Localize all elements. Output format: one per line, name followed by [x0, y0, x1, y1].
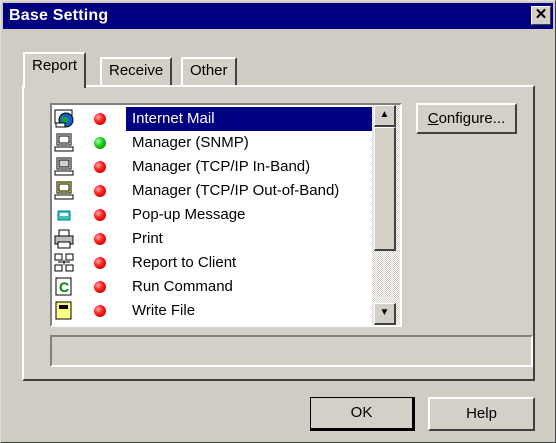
configure-button-label: onfigure...: [438, 110, 506, 127]
title-bar[interactable]: Base Setting ✕: [3, 3, 553, 29]
list-item-label: Write File: [132, 302, 196, 319]
command-icon: C: [55, 277, 72, 296]
scroll-down-button[interactable]: ▼: [374, 303, 396, 325]
list-item[interactable]: Write File: [54, 299, 374, 323]
close-icon: ✕: [534, 6, 548, 23]
list-item-label: Manager (TCP/IP In-Band): [132, 158, 311, 175]
list-item[interactable]: Manager (TCP/IP In-Band): [54, 155, 374, 179]
tab-other-label: Other: [190, 62, 228, 79]
base-setting-dialog: Base Setting ✕ Report Receive Other Inte…: [0, 0, 556, 443]
list-item-label: Report to Client: [132, 254, 237, 271]
help-button[interactable]: Help: [428, 397, 535, 431]
tab-receive-label: Receive: [109, 62, 164, 79]
tab-report[interactable]: Report: [23, 52, 87, 88]
status-dot-green: [94, 137, 106, 149]
computer-icon: [54, 157, 74, 176]
network-icon: [54, 253, 74, 272]
scrollbar-thumb[interactable]: [374, 127, 396, 251]
ok-button-label: OK: [350, 404, 373, 421]
computer-icon: [54, 181, 74, 200]
close-button[interactable]: ✕: [531, 6, 551, 25]
ok-button[interactable]: OK: [310, 397, 415, 431]
window-title: Base Setting: [9, 7, 109, 24]
status-dot-red: [94, 257, 106, 269]
list-item[interactable]: Print: [54, 227, 374, 251]
status-dot-red: [94, 233, 106, 245]
status-dot-red: [94, 209, 106, 221]
arrow-up-icon: ▲: [379, 109, 390, 120]
message-icon: [57, 210, 71, 221]
help-button-label: Help: [466, 405, 497, 422]
list-item[interactable]: Pop-up Message: [54, 203, 374, 227]
arrow-down-icon: ▼: [379, 307, 390, 318]
list-item-label: Print: [132, 230, 163, 247]
list-item-label: Manager (TCP/IP Out-of-Band): [132, 182, 340, 199]
status-dot-red: [94, 281, 106, 293]
configure-button[interactable]: Configure...: [416, 103, 517, 134]
printer-icon: [54, 229, 74, 249]
status-dot-red: [94, 305, 106, 317]
list-item[interactable]: Manager (TCP/IP Out-of-Band): [54, 179, 374, 203]
internet-mail-icon: [54, 109, 74, 128]
scroll-up-button[interactable]: ▲: [374, 105, 396, 127]
list-item-label: Pop-up Message: [132, 206, 246, 223]
configure-mnemonic: C: [427, 110, 439, 127]
vertical-scrollbar[interactable]: ▲ ▼: [372, 105, 400, 325]
report-method-list[interactable]: Internet Mail Manager (SNMP) Manager (TC…: [50, 103, 402, 327]
list-item-label: Manager (SNMP): [132, 134, 249, 151]
report-tab-panel: Internet Mail Manager (SNMP) Manager (TC…: [22, 85, 535, 381]
status-dot-red: [94, 185, 106, 197]
list-item[interactable]: Manager (SNMP): [54, 131, 374, 155]
status-field: [50, 335, 533, 367]
file-icon: [55, 301, 72, 320]
list-item[interactable]: Internet Mail: [54, 107, 374, 131]
computer-icon: [54, 133, 74, 152]
list-item-label: Internet Mail: [132, 110, 215, 127]
tab-report-label: Report: [32, 57, 78, 74]
list-item[interactable]: Report to Client: [54, 251, 374, 275]
list-item[interactable]: C Run Command: [54, 275, 374, 299]
tab-receive[interactable]: Receive: [100, 57, 173, 86]
svg-text:C: C: [59, 279, 69, 295]
status-dot-red: [94, 113, 106, 125]
list-item-label: Run Command: [132, 278, 233, 295]
status-dot-red: [94, 161, 106, 173]
tab-other[interactable]: Other: [181, 57, 237, 86]
